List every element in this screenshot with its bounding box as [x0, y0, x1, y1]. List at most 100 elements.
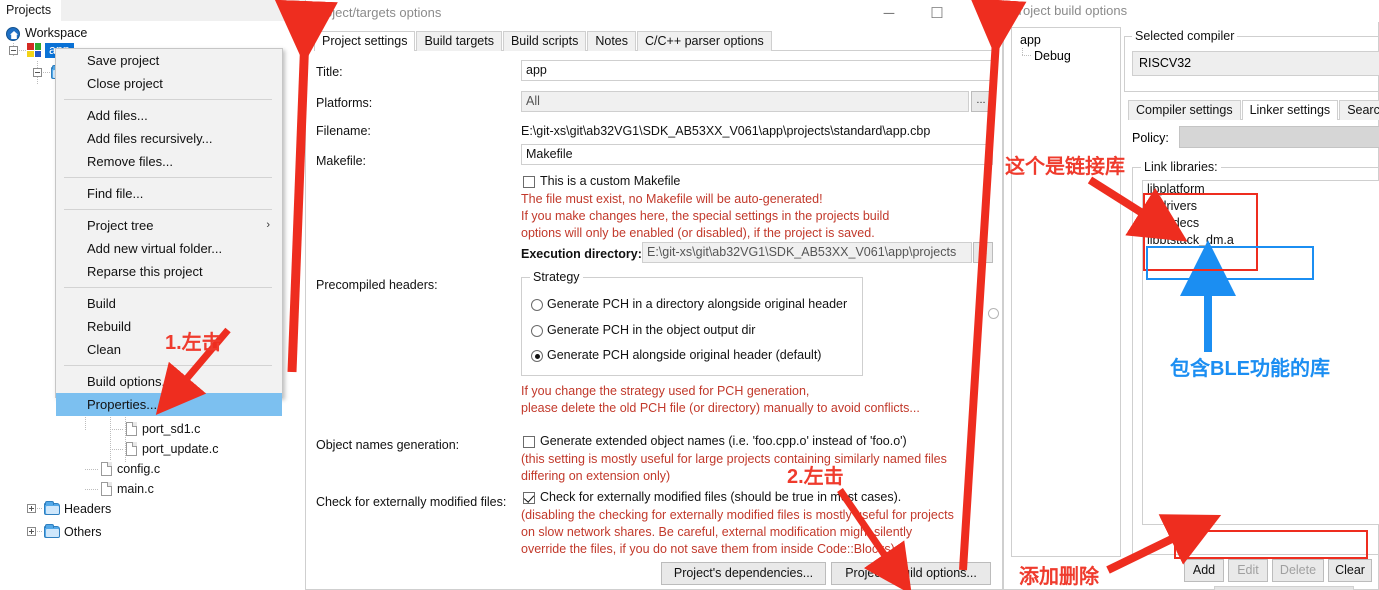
annotation-step1: 1.左击 [165, 332, 222, 354]
pch-warning-line: If you change the strategy used for PCH … [521, 384, 810, 398]
execution-directory-input[interactable]: E:\git-xs\git\ab32VG1\SDK_AB53XX_V061\ap… [642, 242, 972, 263]
makefile-input[interactable]: Makefile [521, 144, 993, 165]
tree-node-headers[interactable]: Headers [64, 502, 111, 516]
menu-item-add-files[interactable]: Add files... [56, 104, 282, 127]
tab-search-directories[interactable]: Search [1339, 100, 1379, 120]
pch-radio-alongside-dir[interactable] [531, 299, 543, 311]
menu-item-reparse-this-project[interactable]: Reparse this project [56, 260, 282, 283]
tree-node-file[interactable]: config.c [117, 462, 160, 476]
menu-item-find-file[interactable]: Find file... [56, 182, 282, 205]
file-icon [126, 442, 137, 456]
maximize-button[interactable]: ☐ [914, 0, 960, 27]
build-dialog-title: Project build options [1004, 0, 1379, 22]
dialog-resize-handle[interactable] [988, 308, 999, 319]
pch-radio-label: Generate PCH alongside original header (… [547, 348, 822, 362]
tree-connector [19, 50, 27, 51]
tree-node-file[interactable]: port_sd1.c [142, 422, 200, 436]
platforms-browse-button[interactable]: ... [971, 91, 991, 112]
execution-directory-browse-button[interactable]: ... [973, 242, 993, 263]
pch-radio-label: Generate PCH in a directory alongside or… [547, 297, 848, 311]
tree-node-others[interactable]: Others [64, 525, 102, 539]
tab-compiler-settings[interactable]: Compiler settings [1128, 100, 1241, 120]
menu-item-project-tree[interactable]: Project tree › [56, 214, 282, 237]
selected-compiler-dropdown[interactable]: RISCV32 [1132, 51, 1379, 76]
tab-linker-settings[interactable]: Linker settings [1241, 100, 1339, 120]
tree-node-file[interactable]: main.c [117, 482, 154, 496]
tab-project-settings[interactable]: Project settings [314, 31, 416, 51]
custom-makefile-label: This is a custom Makefile [540, 174, 681, 188]
chevron-right-icon: › [266, 219, 270, 231]
project-targets-options-dialog: Project/targets options ─ ☐ ✕ Project se… [305, 0, 1004, 590]
tab-projects[interactable]: Projects [0, 0, 62, 21]
file-icon [101, 462, 112, 476]
annotation-step2: 2.左击 [787, 466, 844, 488]
platforms-input[interactable]: All [521, 91, 969, 112]
platforms-label: Platforms: [316, 96, 373, 110]
projects-tabstrip: Projects [0, 0, 305, 21]
build-tree-node-debug[interactable]: Debug [1034, 49, 1071, 63]
tree-connector [37, 508, 43, 509]
title-input[interactable]: app [521, 60, 993, 81]
edit-button[interactable]: Edit [1228, 559, 1268, 582]
menu-item-add-files-recursively[interactable]: Add files recursively... [56, 127, 282, 150]
tab-build-scripts[interactable]: Build scripts [502, 31, 587, 51]
build-target-tree[interactable]: app Debug [1011, 27, 1121, 557]
tree-connector [37, 531, 43, 532]
pch-radio-object-output-dir[interactable] [531, 325, 543, 337]
object-names-note-line: (this setting is mostly useful for large… [521, 452, 947, 466]
selected-compiler-legend: Selected compiler [1132, 29, 1238, 43]
custom-makefile-checkbox[interactable] [523, 176, 535, 188]
tab-notes[interactable]: Notes [587, 31, 636, 51]
tab-cpp-parser-options[interactable]: C/C++ parser options [637, 31, 772, 51]
delete-button[interactable]: Delete [1272, 559, 1324, 582]
extended-object-names-checkbox[interactable] [523, 436, 535, 448]
close-button[interactable]: ✕ [962, 0, 1008, 27]
highlight-box-btstack [1146, 246, 1314, 280]
makefile-warning-line: If you make changes here, the special se… [521, 209, 890, 223]
projects-panel: Projects Workspace app [0, 0, 305, 590]
tree-expander-folder[interactable] [33, 68, 42, 77]
tree-connector [85, 489, 99, 490]
projects-dependencies-button[interactable]: Project's dependencies... [661, 562, 826, 585]
check-externally-modified-checkbox[interactable] [523, 492, 535, 504]
build-tree-node-app[interactable]: app [1020, 33, 1041, 47]
menu-item-build[interactable]: Build [56, 292, 282, 315]
project-options-tabstrip: Project settings Build targets Build scr… [314, 31, 998, 51]
menu-separator [64, 99, 272, 100]
annotation-ble-note: 包含BLE功能的库 [1170, 358, 1330, 380]
strategy-legend: Strategy [530, 270, 583, 284]
tree-node-workspace[interactable]: Workspace [25, 26, 87, 40]
menu-separator [64, 177, 272, 178]
projects-build-options-button[interactable]: Project's build options... [831, 562, 991, 585]
menu-item-remove-files[interactable]: Remove files... [56, 150, 282, 173]
minimize-button[interactable]: ─ [866, 0, 912, 27]
tree-connector [85, 469, 99, 470]
menu-item-properties[interactable]: Properties... [56, 393, 282, 416]
menu-item-save-project[interactable]: Save project [56, 49, 282, 72]
pch-radio-label: Generate PCH in the object output dir [547, 323, 756, 337]
check-externally-modified-label: Check for externally modified files: [316, 495, 507, 509]
object-names-note-line: differing on extension only) [521, 469, 671, 483]
menu-separator [64, 209, 272, 210]
menu-item-close-project[interactable]: Close project [56, 72, 282, 95]
add-button[interactable]: Add [1184, 559, 1224, 582]
clear-button[interactable]: Clear [1328, 559, 1372, 582]
pch-radio-alongside-header-default[interactable] [531, 350, 543, 362]
menu-item-build-options[interactable]: Build options... [56, 370, 282, 393]
tab-build-targets[interactable]: Build targets [416, 31, 502, 51]
highlight-box-list-buttons [1174, 530, 1368, 559]
tree-node-file[interactable]: port_update.c [142, 442, 218, 456]
menu-item-add-new-virtual-folder[interactable]: Add new virtual folder... [56, 237, 282, 260]
project-icon [27, 43, 41, 57]
build-options-tabstrip: Compiler settings Linker settings Search [1128, 100, 1379, 120]
folder-icon [44, 524, 60, 538]
tree-expander-app[interactable] [9, 46, 18, 55]
tree-expander-others[interactable] [27, 527, 36, 536]
policy-dropdown[interactable] [1179, 126, 1379, 148]
check-externally-modified-checkbox-label: Check for externally modified files (sho… [540, 490, 902, 504]
tree-expander-headers[interactable] [27, 504, 36, 513]
pch-warning-line: please delete the old PCH file (or direc… [521, 401, 920, 415]
file-icon [101, 482, 112, 496]
title-label: Title: [316, 65, 343, 79]
copy-selected-to-button[interactable]: Copy selected to... [1214, 586, 1354, 590]
